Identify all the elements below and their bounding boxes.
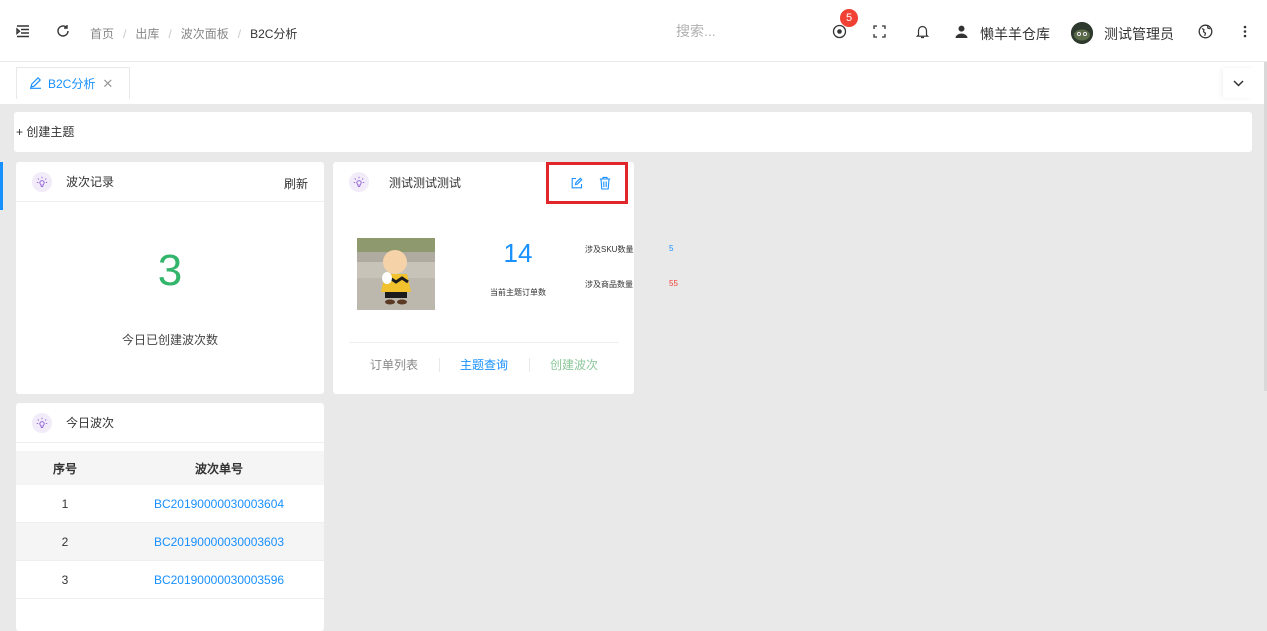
toolbar: + 创建主题 bbox=[14, 112, 1252, 152]
user-name[interactable]: 测试管理员 bbox=[1104, 24, 1174, 44]
tab-dropdown-button[interactable] bbox=[1223, 68, 1253, 98]
active-indicator bbox=[0, 162, 3, 210]
lightbulb-icon bbox=[32, 171, 52, 192]
user-icon bbox=[953, 22, 969, 40]
card-divider bbox=[349, 342, 619, 343]
breadcrumb: 首页 / 出库 / 波次面板 / B2C分析 bbox=[90, 27, 298, 41]
bell-icon[interactable] bbox=[913, 22, 931, 40]
tab-bar: B2C分析 ✕ bbox=[0, 62, 1267, 104]
highlight-annotation bbox=[546, 162, 628, 204]
refresh-icon[interactable] bbox=[54, 22, 72, 40]
row-no: 2 bbox=[61, 534, 69, 549]
tab-close-button[interactable]: ✕ bbox=[102, 76, 113, 92]
today-waves-card: 今日波次 序号 波次单号 1 BC20190000030003604 2 BC2… bbox=[16, 403, 324, 631]
wave-code-link[interactable]: BC20190000030003604 bbox=[114, 485, 324, 522]
edit-pen-icon bbox=[29, 76, 42, 92]
more-vertical-icon[interactable] bbox=[1236, 22, 1254, 40]
lightbulb-icon bbox=[349, 172, 369, 192]
globe-icon[interactable] bbox=[1196, 22, 1214, 40]
refresh-button[interactable]: 刷新 bbox=[284, 175, 308, 192]
create-theme-button[interactable]: + 创建主题 bbox=[16, 125, 74, 139]
tab-label: B2C分析 bbox=[48, 77, 96, 91]
column-header-no: 序号 bbox=[52, 461, 77, 476]
lightbulb-icon bbox=[32, 412, 52, 433]
notification-badge: 5 bbox=[840, 9, 858, 27]
theme-query-button[interactable]: 主题查询 bbox=[439, 350, 529, 378]
create-wave-button[interactable]: 创建波次 bbox=[529, 350, 619, 378]
breadcrumb-wave-panel[interactable]: 波次面板 bbox=[181, 27, 229, 41]
wave-record-card: 波次记录 刷新 3 今日已创建波次数 bbox=[16, 162, 324, 394]
menu-fold-icon[interactable] bbox=[14, 22, 32, 40]
table-header: 序号 波次单号 bbox=[16, 451, 324, 485]
theme-image bbox=[357, 238, 435, 310]
top-header: 首页/出库/波次面板/B2C分析 5 懒羊羊仓库 测试管理员 bbox=[0, 0, 1267, 62]
wave-count-label: 今日已创建波次数 bbox=[121, 333, 218, 347]
card-title: 今日波次 bbox=[66, 416, 115, 430]
card-header: 波次记录 刷新 bbox=[16, 162, 324, 202]
card-header: 今日波次 bbox=[16, 403, 324, 443]
row-no: 3 bbox=[61, 572, 69, 587]
row-no: 1 bbox=[61, 496, 69, 511]
wave-code-link[interactable]: BC20190000030003596 bbox=[114, 561, 324, 598]
avatar[interactable] bbox=[1071, 22, 1093, 44]
table-row[interactable]: 3 BC20190000030003596 bbox=[16, 561, 324, 599]
order-count: 14 bbox=[503, 238, 533, 268]
wave-code-link[interactable]: BC20190000030003603 bbox=[114, 523, 324, 560]
fullscreen-icon[interactable] bbox=[870, 22, 888, 40]
theme-title: 测试测试测试 bbox=[389, 175, 462, 190]
table-row[interactable]: 1 BC20190000030003604 bbox=[16, 485, 324, 523]
wave-count: 3 bbox=[157, 246, 183, 295]
breadcrumb-outbound[interactable]: 出库 bbox=[135, 27, 159, 41]
column-header-code: 波次单号 bbox=[194, 461, 243, 476]
goods-count-value: 55 bbox=[669, 279, 678, 288]
goods-count-label: 涉及商品数量 bbox=[585, 280, 633, 289]
breadcrumb-current: B2C分析 bbox=[250, 27, 298, 41]
sku-count-label: 涉及SKU数量 bbox=[585, 245, 634, 254]
card-actions: 订单列表 主题查询 创建波次 bbox=[349, 350, 619, 378]
chevron-down-icon bbox=[1232, 76, 1244, 90]
breadcrumb-home[interactable]: 首页 bbox=[90, 27, 114, 41]
sku-count-value: 5 bbox=[669, 244, 674, 253]
search-input[interactable] bbox=[676, 20, 796, 42]
card-title: 波次记录 bbox=[66, 175, 115, 189]
order-list-button[interactable]: 订单列表 bbox=[349, 350, 439, 378]
order-count-label: 当前主题订单数 bbox=[490, 288, 546, 297]
tab-b2c-analysis[interactable]: B2C分析 ✕ bbox=[16, 67, 130, 99]
table-row[interactable]: 2 BC20190000030003603 bbox=[16, 523, 324, 561]
warehouse-name[interactable]: 懒羊羊仓库 bbox=[980, 24, 1050, 44]
